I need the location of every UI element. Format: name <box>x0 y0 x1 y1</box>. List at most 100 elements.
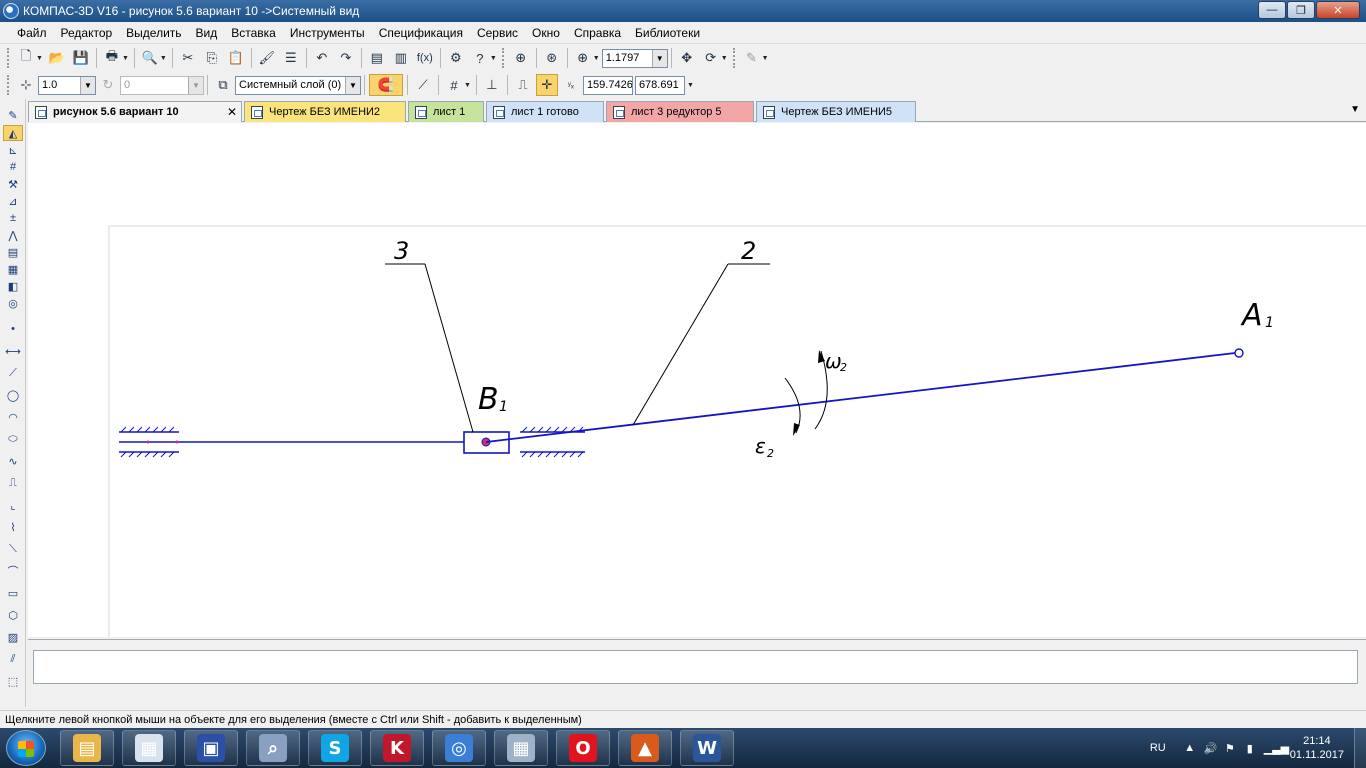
snap-magnet-icon[interactable]: 🧲 <box>369 74 403 96</box>
copy-icon[interactable]: ⎘ <box>201 47 223 69</box>
tab-drawing-unnamed-5[interactable]: Чертеж БЕЗ ИМЕНИ5 <box>756 101 916 122</box>
taskbar-app-word[interactable]: W <box>680 730 734 766</box>
network-icon[interactable]: ▁▃▅ <box>1264 742 1289 755</box>
power-icon[interactable]: ▮ <box>1244 742 1256 755</box>
layer-combo[interactable]: Системный слой (0) ▼ <box>235 75 361 95</box>
properties-icon[interactable]: ☰ <box>280 47 302 69</box>
paste-icon[interactable]: 📋 <box>225 47 247 69</box>
taskbar-app-kaspersky[interactable]: K <box>370 730 424 766</box>
auxiliary-line-icon[interactable]: ⟷ <box>3 343 23 359</box>
menu-help[interactable]: Справка <box>567 22 628 44</box>
segment-icon[interactable]: ⟋ <box>3 365 23 381</box>
taskbar-app-presentation[interactable]: ▦ <box>122 730 176 766</box>
menu-insert[interactable]: Вставка <box>224 22 283 44</box>
cut-icon[interactable]: ✂ <box>177 47 199 69</box>
arc-icon[interactable]: ◠ <box>3 409 23 425</box>
drawing-svg[interactable]: 3 2 A 1 B 1 ω 2 ε 2 <box>28 123 1366 637</box>
library-icon[interactable]: ▥ <box>390 47 412 69</box>
pan-icon[interactable]: ✥ <box>676 47 698 69</box>
menu-specification[interactable]: Спецификация <box>372 22 470 44</box>
chamfer-icon[interactable]: ⟍ <box>3 541 23 557</box>
circle-icon[interactable]: ◯ <box>3 387 23 403</box>
menu-libraries[interactable]: Библиотеки <box>628 22 707 44</box>
ortho-mode-icon[interactable]: ⎍ <box>512 74 534 96</box>
zoom-all-icon[interactable]: ⊛ <box>541 47 563 69</box>
undo-icon[interactable]: ↶ <box>311 47 333 69</box>
equidistant-icon[interactable]: ⫽ <box>3 651 23 667</box>
menu-select[interactable]: Выделить <box>119 22 188 44</box>
chevron-down-icon[interactable]: ▼ <box>345 76 360 94</box>
grid-icon[interactable]: # <box>443 74 465 96</box>
drawing-canvas[interactable]: 3 2 A 1 B 1 ω 2 ε 2 <box>28 123 1366 637</box>
step-combo[interactable]: 1.0 ▼ <box>38 75 96 95</box>
local-cs-icon[interactable]: ⊥ <box>481 74 503 96</box>
associative-view-icon[interactable]: ▤ <box>3 244 23 260</box>
chevron-down-icon[interactable]: ▼ <box>651 49 667 67</box>
language-indicator[interactable]: RU <box>1150 742 1166 754</box>
close-button[interactable]: ✕ <box>1316 1 1360 19</box>
taskbar-app-file-explorer[interactable]: ▤ <box>60 730 114 766</box>
volume-icon[interactable]: 🔊 <box>1204 742 1218 755</box>
settings-icon[interactable]: ⚙ <box>445 47 467 69</box>
bezier-icon[interactable]: ⌇ <box>3 519 23 535</box>
boundary-icon[interactable]: ⬚ <box>3 673 23 689</box>
taskbar-app-opera[interactable]: O <box>556 730 610 766</box>
menu-window[interactable]: Окно <box>525 22 567 44</box>
taskbar-app-matlab[interactable]: ▲ <box>618 730 672 766</box>
toolbar-grip[interactable] <box>7 75 11 95</box>
geometry-panel-icon[interactable]: ✎ <box>3 107 23 123</box>
zoom-in-icon[interactable]: ⊕ <box>572 47 594 69</box>
dropdown-arrow-icon[interactable]: ▼ <box>122 55 129 62</box>
show-hidden-icons-icon[interactable]: ▲ <box>1184 742 1196 754</box>
dropdown-arrow-icon[interactable]: ▼ <box>687 82 694 89</box>
measure-icon[interactable]: ± <box>3 210 23 226</box>
close-tab-icon[interactable]: ✕ <box>227 105 237 119</box>
round-mode-icon[interactable]: ✛ <box>535 74 558 96</box>
ellipse-icon[interactable]: ⬭ <box>3 431 23 447</box>
coordinates-icon[interactable]: ʸₓ <box>560 74 582 96</box>
menu-editor[interactable]: Редактор <box>54 22 120 44</box>
dropdown-arrow-icon[interactable]: ▼ <box>721 55 728 62</box>
new-document-icon[interactable]: 🗋 <box>15 47 37 69</box>
taskbar-app-kompas[interactable]: ◎ <box>432 730 486 766</box>
point-icon[interactable]: • <box>3 321 23 337</box>
chevron-down-icon[interactable]: ▼ <box>80 76 95 94</box>
orthogonal-icon[interactable]: ⟋ <box>412 74 434 96</box>
show-desktop-button[interactable] <box>1354 728 1366 768</box>
manager-icon[interactable]: ▤ <box>366 47 388 69</box>
specification-icon[interactable]: ▦ <box>3 261 23 277</box>
spline-icon[interactable]: ∿ <box>3 453 23 469</box>
edit-icon[interactable]: ⚒ <box>3 176 23 192</box>
save-icon[interactable]: 💾 <box>70 47 92 69</box>
fillet-icon[interactable]: ⌞ <box>3 497 23 513</box>
menu-file[interactable]: Файл <box>10 22 54 44</box>
menu-view[interactable]: Вид <box>189 22 225 44</box>
dropdown-arrow-icon[interactable]: ▼ <box>490 55 497 62</box>
print-icon[interactable]: 🖶 <box>101 47 123 69</box>
print-preview-icon[interactable]: 🔍 <box>139 47 161 69</box>
zoom-combo[interactable]: 1.1797 ▼ <box>601 48 668 68</box>
command-input-box[interactable] <box>33 650 1358 684</box>
rounding-icon[interactable]: ⌒ <box>3 563 23 579</box>
start-button[interactable] <box>6 730 46 766</box>
reports-icon[interactable]: ◧ <box>3 278 23 294</box>
zoom-window-icon[interactable]: ⊕ <box>510 47 532 69</box>
chevron-down-icon[interactable]: ▼ <box>188 76 203 94</box>
extra-tool-icon[interactable]: ✎ <box>741 47 763 69</box>
tab-drawing-unnamed-2[interactable]: Чертеж БЕЗ ИМЕНИ2 <box>244 101 406 122</box>
format-brush-icon[interactable]: 🖌 <box>256 47 278 69</box>
coord-y-field[interactable]: 678.691 <box>634 75 685 95</box>
taskbar-app-search-tool[interactable]: ⌕ <box>246 730 300 766</box>
minimize-button[interactable]: — <box>1258 1 1286 19</box>
insert-icon[interactable]: ◎ <box>3 295 23 311</box>
geometry-mode-icon[interactable]: ◭ <box>3 125 23 141</box>
parametrization-icon[interactable]: ⊿ <box>3 193 23 209</box>
select-icon[interactable]: ⋀ <box>3 227 23 243</box>
designations-icon[interactable]: # <box>3 159 23 175</box>
maximize-button[interactable]: ❐ <box>1287 1 1315 19</box>
coord-x-field[interactable]: 159.7426 <box>582 75 633 95</box>
taskbar-app-skype[interactable]: S <box>308 730 362 766</box>
taskbar-app-calculator[interactable]: ▦ <box>494 730 548 766</box>
taskbar-app-save-disk[interactable]: ▣ <box>184 730 238 766</box>
redo-icon[interactable]: ↷ <box>335 47 357 69</box>
